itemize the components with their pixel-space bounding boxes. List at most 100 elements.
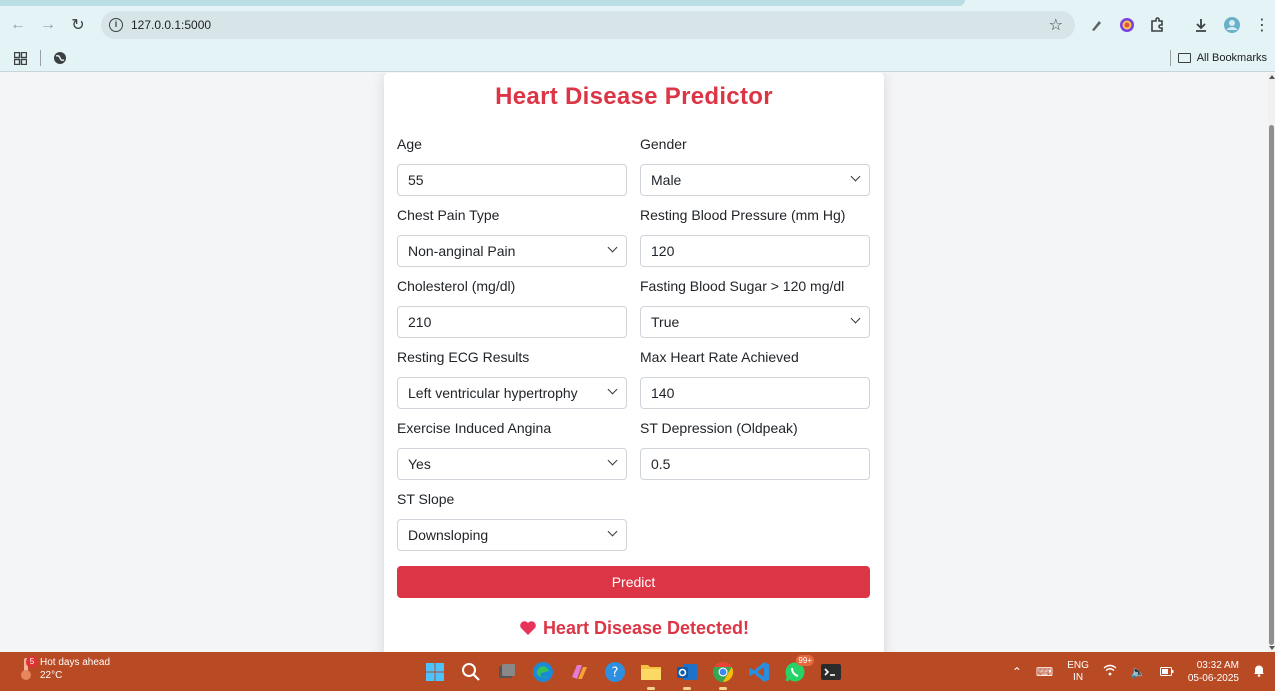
cholesterol-label: Cholesterol (mg/dl) bbox=[397, 278, 516, 294]
page-title: Heart Disease Predictor bbox=[495, 83, 773, 110]
clock-time: 03:32 AM bbox=[1196, 659, 1239, 671]
browser-toolbar: ← → ↻ i 127.0.0.1:5000 ☆ ⋮ bbox=[0, 6, 1275, 44]
scrollbar-thumb[interactable] bbox=[1269, 125, 1274, 645]
page-viewport: Heart Disease Predictor Age 55 Gender Ma… bbox=[0, 73, 1268, 652]
resting-bp-input[interactable]: 120 bbox=[640, 235, 870, 267]
system-clock[interactable]: 03:32 AM 05-06-2025 bbox=[1188, 659, 1239, 685]
keyboard-icon[interactable]: ⌨ bbox=[1036, 665, 1053, 679]
outlook-icon[interactable] bbox=[676, 661, 698, 690]
forward-icon[interactable]: → bbox=[35, 6, 61, 44]
color-extension-icon[interactable] bbox=[1114, 6, 1140, 44]
scroll-down-arrow-icon[interactable] bbox=[1269, 646, 1275, 650]
resting-bp-label: Resting Blood Pressure (mm Hg) bbox=[640, 207, 846, 223]
notification-bell-icon[interactable] bbox=[1253, 664, 1265, 680]
chevron-down-icon bbox=[607, 384, 618, 395]
copilot-icon[interactable] bbox=[568, 661, 590, 683]
bookmarks-separator-right bbox=[1170, 50, 1171, 66]
chest-pain-value: Non-anginal Pain bbox=[408, 243, 516, 259]
chest-pain-label: Chest Pain Type bbox=[397, 207, 500, 223]
site-info-icon[interactable]: i bbox=[109, 18, 123, 32]
chevron-down-icon bbox=[607, 455, 618, 466]
clock-date: 05-06-2025 bbox=[1187, 672, 1239, 684]
bookmark-star-icon[interactable]: ☆ bbox=[1049, 15, 1063, 35]
reload-icon[interactable]: ↻ bbox=[65, 6, 91, 44]
battery-icon[interactable] bbox=[1159, 665, 1174, 679]
st-slope-select[interactable]: Downsloping bbox=[397, 519, 627, 551]
lang-line1: ENG bbox=[1067, 659, 1089, 671]
st-slope-value: Downsloping bbox=[408, 527, 489, 543]
predictor-card: Heart Disease Predictor Age 55 Gender Ma… bbox=[384, 73, 884, 652]
chevron-down-icon bbox=[607, 242, 618, 253]
file-explorer-icon[interactable] bbox=[640, 661, 662, 690]
weather-widget[interactable]: 5 Hot days ahead 22°C bbox=[18, 656, 110, 682]
wifi-icon[interactable] bbox=[1103, 664, 1117, 679]
folder-icon bbox=[1177, 53, 1191, 63]
terminal-icon[interactable] bbox=[820, 661, 842, 683]
all-bookmarks-button[interactable]: All Bookmarks bbox=[1177, 44, 1267, 72]
fasting-bs-select[interactable]: True bbox=[640, 306, 870, 338]
chrome-icon[interactable] bbox=[712, 661, 734, 690]
chevron-down-icon bbox=[850, 171, 861, 182]
oldpeak-field: ST Depression (Oldpeak) 0.5 bbox=[640, 418, 870, 480]
cholesterol-input[interactable]: 210 bbox=[397, 306, 627, 338]
help-icon[interactable]: ? bbox=[604, 661, 626, 683]
resting-bp-field: Resting Blood Pressure (mm Hg) 120 bbox=[640, 205, 870, 267]
extensions-puzzle-icon[interactable] bbox=[1144, 6, 1170, 44]
oldpeak-input[interactable]: 0.5 bbox=[640, 448, 870, 480]
exercise-angina-label: Exercise Induced Angina bbox=[397, 420, 552, 436]
st-slope-label: ST Slope bbox=[397, 491, 455, 507]
weather-badge: 5 bbox=[26, 656, 38, 668]
whatsapp-badge: 99+ bbox=[796, 654, 814, 666]
resting-ecg-label: Resting ECG Results bbox=[397, 349, 530, 365]
oldpeak-label: ST Depression (Oldpeak) bbox=[640, 420, 798, 436]
extension-pen-icon[interactable] bbox=[1084, 6, 1110, 44]
url-text[interactable]: 127.0.0.1:5000 bbox=[131, 18, 211, 32]
page-scrollbar[interactable] bbox=[1268, 73, 1275, 652]
language-indicator[interactable]: ENG IN bbox=[1067, 660, 1089, 684]
exercise-angina-select[interactable]: Yes bbox=[397, 448, 627, 480]
age-input[interactable]: 55 bbox=[397, 164, 627, 196]
fasting-bs-label: Fasting Blood Sugar > 120 mg/dl bbox=[640, 278, 845, 294]
profile-avatar[interactable] bbox=[1219, 6, 1245, 44]
fasting-bs-value: True bbox=[651, 314, 680, 330]
chevron-down-icon bbox=[850, 313, 861, 324]
prediction-result: Heart Disease Detected! bbox=[384, 618, 884, 639]
browser-menu-icon[interactable]: ⋮ bbox=[1249, 6, 1275, 44]
globe-icon[interactable] bbox=[53, 44, 67, 72]
exercise-angina-field: Exercise Induced Angina Yes bbox=[397, 418, 627, 480]
windows-start-icon[interactable] bbox=[424, 661, 446, 683]
address-bar[interactable]: i 127.0.0.1:5000 ☆ bbox=[101, 11, 1075, 39]
resting-ecg-select[interactable]: Left ventricular hypertrophy bbox=[397, 377, 627, 409]
bookmarks-separator bbox=[40, 50, 41, 66]
svg-text:?: ? bbox=[612, 665, 619, 680]
download-icon[interactable] bbox=[1188, 6, 1214, 44]
back-icon[interactable]: ← bbox=[5, 6, 31, 44]
vscode-icon[interactable] bbox=[748, 661, 770, 683]
heart-icon bbox=[519, 618, 537, 639]
all-bookmarks-label: All Bookmarks bbox=[1196, 52, 1267, 64]
volume-icon[interactable]: 🔈 bbox=[1131, 665, 1146, 679]
resting-ecg-value: Left ventricular hypertrophy bbox=[408, 385, 578, 401]
task-view-icon[interactable] bbox=[496, 661, 518, 683]
apps-grid-icon[interactable] bbox=[14, 44, 27, 72]
edge-browser-icon[interactable] bbox=[532, 661, 554, 683]
max-hr-field: Max Heart Rate Achieved 140 bbox=[640, 347, 870, 409]
search-icon[interactable] bbox=[460, 661, 482, 683]
lang-line2: IN bbox=[1073, 671, 1084, 683]
resting-ecg-field: Resting ECG Results Left ventricular hyp… bbox=[397, 347, 627, 409]
bookmarks-bar: All Bookmarks bbox=[0, 44, 1275, 72]
gender-value: Male bbox=[651, 172, 682, 188]
chest-pain-select[interactable]: Non-anginal Pain bbox=[397, 235, 627, 267]
scroll-up-arrow-icon[interactable] bbox=[1269, 75, 1275, 79]
gender-field: Gender Male bbox=[640, 134, 870, 196]
chest-pain-field: Chest Pain Type Non-anginal Pain bbox=[397, 205, 627, 267]
chevron-down-icon bbox=[607, 526, 618, 537]
chevron-up-icon[interactable]: ⌃ bbox=[1012, 665, 1022, 679]
max-hr-input[interactable]: 140 bbox=[640, 377, 870, 409]
predict-button[interactable]: Predict bbox=[397, 566, 870, 598]
windows-taskbar: 5 Hot days ahead 22°C ? 99+ ⌃ ⌨ ENG IN 🔈… bbox=[0, 652, 1275, 691]
cholesterol-field: Cholesterol (mg/dl) 210 bbox=[397, 276, 627, 338]
whatsapp-icon[interactable]: 99+ bbox=[784, 654, 814, 683]
thermometer-icon: 5 bbox=[18, 656, 38, 682]
gender-select[interactable]: Male bbox=[640, 164, 870, 196]
